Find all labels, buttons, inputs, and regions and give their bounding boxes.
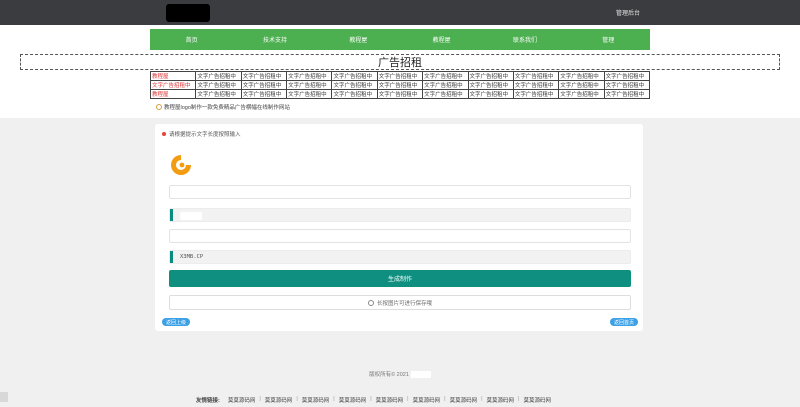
- generator-card: 请根据提示文字长度按照输入 X3MB.CP 生成制作 长按图片可进行保存哦 返回…: [155, 124, 643, 331]
- nav-item-admin[interactable]: 管理: [567, 29, 650, 50]
- ad-cell[interactable]: 教程屋: [149, 71, 197, 81]
- nav-item-tutorial[interactable]: 教程屋: [317, 29, 400, 50]
- domain-value: X3MB.CP: [180, 254, 204, 260]
- ad-table: 教程屋 文字广告招租中 文字广告招租中 文字广告招租中 文字广告招租中 文字广告招租中 文字…: [149, 71, 651, 99]
- ad-cell[interactable]: 文字广告招租中: [467, 80, 514, 90]
- ad-cell[interactable]: 文字广告招租中: [376, 89, 424, 99]
- scroll-corner[interactable]: [0, 392, 8, 402]
- top-bar: 管理后台: [0, 0, 800, 25]
- link-separator: |: [333, 396, 335, 402]
- ad-cell[interactable]: 文字广告招租中: [286, 80, 333, 90]
- save-hint-text: 长按图片可进行保存哦: [376, 300, 432, 307]
- ad-cell[interactable]: 文字广告招租中: [603, 89, 651, 99]
- ad-row: 教程屋 文字广告招租中 文字广告招租中 文字广告招租中 文字广告招租中 文字广告招租中 文字…: [149, 89, 651, 99]
- info-icon: [367, 299, 374, 306]
- ad-cell[interactable]: 文字广告招租中: [286, 89, 333, 99]
- text-input-3[interactable]: [169, 229, 631, 243]
- ad-cell[interactable]: 文字广告招租中: [376, 71, 424, 81]
- friend-link[interactable]: 莫莫源码网: [523, 396, 551, 404]
- ad-cell[interactable]: 文字广告招租中: [240, 71, 288, 81]
- friend-link[interactable]: 莫莫源码网: [487, 396, 515, 404]
- text-input-2[interactable]: [169, 208, 631, 222]
- friend-link[interactable]: 莫莫源码网: [450, 396, 478, 404]
- copyright: 版权所有© 2021: [0, 370, 800, 379]
- ad-cell[interactable]: 文字广告招租中: [195, 71, 242, 81]
- main-nav: 首页 技术支持 教程屋 教程屋 联系我们 管理: [150, 29, 650, 50]
- input-accent-bar: [170, 251, 173, 263]
- bullet-icon: [162, 132, 166, 136]
- friend-link[interactable]: 莫莫源码网: [302, 396, 330, 404]
- generate-button[interactable]: 生成制作: [169, 270, 631, 287]
- logo-preview-icon: [171, 155, 191, 175]
- ad-cell[interactable]: 文字广告招租中: [422, 89, 469, 99]
- input-accent-bar: [170, 209, 173, 221]
- ad-cell[interactable]: 文字广告招租中: [558, 89, 605, 99]
- ad-cell[interactable]: 文字广告招租中: [603, 71, 651, 81]
- ad-cell[interactable]: 文字广告招租中: [195, 80, 242, 90]
- link-separator: |: [370, 396, 372, 402]
- ad-row: 文字广告招租中 文字广告招租中 文字广告招租中 文字广告招租中 文字广告招租中 文字广告招…: [149, 80, 651, 90]
- friend-links: 友情链接: 莫莫源码网 | 莫莫源码网 | 莫莫源码网 | 莫莫源码网 | 莫莫源码网 | 莫莫源码…: [196, 396, 551, 404]
- domain-input[interactable]: X3MB.CP: [169, 250, 631, 264]
- ad-row: 教程屋 文字广告招租中 文字广告招租中 文字广告招租中 文字广告招租中 文字广告招租中 文字…: [149, 71, 651, 81]
- link-separator: |: [518, 396, 520, 402]
- ad-cell[interactable]: 文字广告招租中: [467, 89, 514, 99]
- ad-cell[interactable]: 文字广告招租中: [331, 89, 378, 99]
- ad-cell[interactable]: 文字广告招租中: [603, 80, 651, 90]
- friend-link[interactable]: 莫莫源码网: [265, 396, 293, 404]
- ad-cell[interactable]: 文字广告招租中: [331, 80, 378, 90]
- link-separator: |: [259, 396, 261, 402]
- input-hint: 请根据提示文字长度按照输入: [162, 130, 241, 138]
- nav-item-support[interactable]: 技术支持: [233, 29, 316, 50]
- ad-cell[interactable]: 文字广告招租中: [286, 71, 333, 81]
- ad-cell[interactable]: 文字广告招租中: [240, 80, 288, 90]
- hint-text: 请根据提示文字长度按照输入: [169, 132, 241, 138]
- nav-item-home[interactable]: 首页: [150, 29, 233, 50]
- friend-links-label: 友情链接:: [196, 398, 220, 404]
- link-separator: |: [296, 396, 298, 402]
- ad-cell[interactable]: 文字广告招租中: [558, 71, 605, 81]
- text-input-1[interactable]: [169, 185, 631, 199]
- ad-cell[interactable]: 文字广告招租中: [467, 71, 514, 81]
- ad-cell[interactable]: 文字广告招租中: [512, 80, 560, 90]
- friend-link[interactable]: 莫莫源码网: [228, 396, 256, 404]
- site-logo[interactable]: [166, 4, 210, 22]
- ad-cell[interactable]: 文字广告招租中: [422, 80, 469, 90]
- ad-cell[interactable]: 教程屋: [149, 89, 197, 99]
- friend-link[interactable]: 莫莫源码网: [413, 396, 441, 404]
- ad-cell[interactable]: 文字广告招租中: [240, 89, 288, 99]
- admin-link[interactable]: 管理后台: [616, 8, 640, 17]
- save-hint-button[interactable]: 长按图片可进行保存哦: [169, 295, 631, 310]
- promo-text: 教程屋logo制作一款免费精品广告横幅在线制作网站: [164, 105, 290, 111]
- ad-cell[interactable]: 文字广告招租中: [149, 80, 197, 90]
- ad-cell[interactable]: 文字广告招租中: [195, 89, 242, 99]
- ad-cell[interactable]: 文字广告招租中: [331, 71, 378, 81]
- ad-cell[interactable]: 文字广告招租中: [376, 80, 424, 90]
- copyright-mask: [410, 371, 431, 379]
- home-button[interactable]: 返回首页: [609, 318, 638, 326]
- link-separator: |: [407, 396, 409, 402]
- ad-cell[interactable]: 文字广告招租中: [512, 89, 560, 99]
- input-mask: [180, 212, 202, 220]
- link-separator: |: [481, 396, 483, 402]
- ad-cell[interactable]: 文字广告招租中: [422, 71, 469, 81]
- friend-link[interactable]: 莫莫源码网: [339, 396, 367, 404]
- ad-banner[interactable]: 广告招租: [20, 54, 780, 70]
- nav-item-tutorial-2[interactable]: 教程屋: [400, 29, 483, 50]
- copyright-text: 版权所有© 2021: [369, 372, 409, 378]
- link-separator: |: [444, 396, 446, 402]
- nav-item-contact[interactable]: 联系我们: [483, 29, 566, 50]
- ad-cell[interactable]: 文字广告招租中: [512, 71, 560, 81]
- back-button[interactable]: 返回上级: [162, 318, 191, 326]
- ad-cell[interactable]: 文字广告招租中: [558, 80, 605, 90]
- lightbulb-icon: [156, 104, 162, 110]
- friend-link[interactable]: 莫莫源码网: [376, 396, 404, 404]
- promo-line[interactable]: 教程屋logo制作一款免费精品广告横幅在线制作网站: [156, 103, 290, 111]
